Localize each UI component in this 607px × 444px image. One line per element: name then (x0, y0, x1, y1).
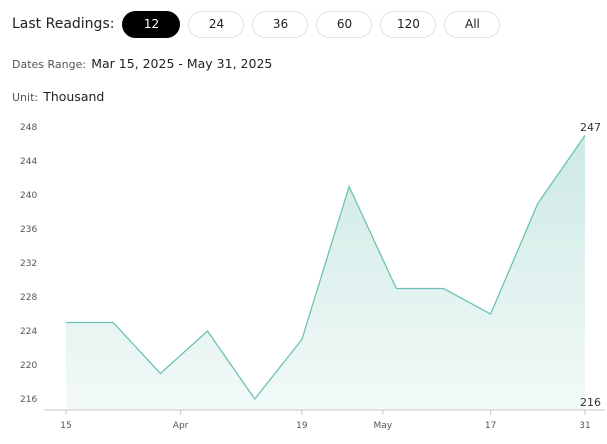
reading-button-12[interactable]: 12 (122, 10, 181, 38)
unit-label: Unit: (12, 91, 39, 104)
dates-range-label: Dates Range: (12, 58, 87, 71)
x-tick-label: May (373, 421, 392, 431)
reading-button-all[interactable]: All (444, 10, 501, 38)
x-tick-label: 31 (579, 421, 590, 431)
x-axis-ticks: 15 Apr 19 May 17 31 (60, 410, 591, 431)
max-value-label: 247 (580, 121, 601, 134)
x-tick-label: 19 (296, 421, 308, 431)
y-tick-label: 228 (20, 293, 37, 303)
reading-button-120[interactable]: 120 (380, 10, 437, 38)
readings-button-group: 12 24 36 60 120 All (122, 10, 508, 38)
y-tick-label: 240 (20, 191, 37, 201)
y-tick-label: 244 (20, 157, 37, 167)
dates-range-line: Dates Range: Mar 15, 2025 - May 31, 2025 (12, 53, 272, 72)
last-readings-label: Last Readings: (12, 16, 115, 32)
unit-value: Thousand (43, 89, 105, 104)
min-value-label: 216 (580, 396, 601, 409)
area-fill (66, 135, 585, 410)
reading-button-60[interactable]: 60 (316, 10, 373, 38)
y-tick-label: 220 (20, 361, 37, 371)
y-tick-label: 232 (20, 259, 37, 269)
reading-button-24[interactable]: 24 (188, 10, 245, 38)
unit-line: Unit: Thousand (12, 86, 104, 105)
reading-button-36[interactable]: 36 (252, 10, 309, 38)
x-tick-label: Apr (173, 421, 189, 431)
x-tick-label: 15 (60, 421, 71, 431)
y-tick-label: 236 (20, 225, 37, 235)
y-tick-label: 224 (20, 327, 37, 337)
readings-area-chart: 216 220 224 228 232 236 240 244 248 15 Apr 19 May 17… (20, 121, 605, 431)
y-tick-label: 216 (20, 395, 37, 405)
x-tick-label: 17 (485, 421, 496, 431)
y-tick-label: 248 (20, 123, 37, 133)
dates-range-value: Mar 15, 2025 - May 31, 2025 (91, 56, 273, 71)
last-readings-bar: Last Readings: 12 24 36 60 120 All (12, 10, 508, 38)
y-axis-ticks: 216 220 224 228 232 236 240 244 248 (20, 123, 37, 405)
